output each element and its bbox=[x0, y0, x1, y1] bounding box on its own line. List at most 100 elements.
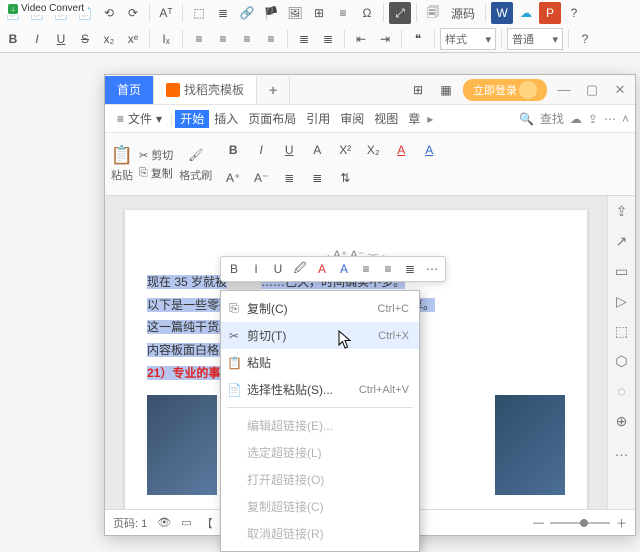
image-placeholder-right[interactable] bbox=[495, 395, 565, 495]
zoom-control[interactable]: — ＋ bbox=[533, 515, 627, 531]
layout-icon[interactable]: ▭ bbox=[181, 516, 191, 529]
menu-tab-4[interactable]: 审阅 bbox=[335, 110, 369, 128]
paste-icon[interactable]: 📋 bbox=[112, 145, 132, 165]
ribbon-highlight[interactable]: A bbox=[418, 139, 440, 161]
outdent-button[interactable]: ⇤ bbox=[350, 28, 372, 50]
window-minimize[interactable]: — bbox=[553, 79, 575, 101]
menu-tab-3[interactable]: 引用 bbox=[301, 110, 335, 128]
superscript-button[interactable]: xᵉ bbox=[122, 28, 144, 50]
login-button[interactable]: 立即登录 bbox=[463, 79, 547, 101]
toolbar-button-14[interactable]: ⊞ bbox=[308, 2, 330, 24]
indent-button[interactable]: ⇥ bbox=[374, 28, 396, 50]
tab-document[interactable]: 找稻壳模板 bbox=[154, 76, 257, 104]
toolstrip-4[interactable]: ⬚ bbox=[613, 322, 631, 340]
mini-btn-1[interactable]: I bbox=[247, 259, 265, 279]
toolbar-button-13[interactable]: 🖼 bbox=[284, 2, 306, 24]
toolbar-button-11[interactable]: 🔗 bbox=[236, 2, 258, 24]
italic-button[interactable]: I bbox=[26, 28, 48, 50]
style-select[interactable]: 样式▾ bbox=[440, 28, 496, 50]
toolstrip-0[interactable]: ⇪ bbox=[613, 202, 631, 220]
toolbar-button-20[interactable]: 🗐 bbox=[422, 2, 444, 24]
strike-button[interactable]: S bbox=[74, 28, 96, 50]
ribbon-sup[interactable]: X² bbox=[334, 139, 356, 161]
toolbar-button-25[interactable]: P bbox=[539, 2, 561, 24]
list-number-button[interactable]: ≣ bbox=[317, 28, 339, 50]
mini-btn-0[interactable]: B bbox=[225, 259, 243, 279]
toolbar-button-23[interactable]: W bbox=[491, 2, 513, 24]
size-select[interactable]: 普通▾ bbox=[507, 28, 563, 50]
menu-tab-1[interactable]: 插入 bbox=[209, 110, 243, 128]
mini-btn-8[interactable]: ≣ bbox=[401, 259, 419, 279]
mini-btn-5[interactable]: A bbox=[335, 259, 353, 279]
search-icon[interactable]: 🔍 bbox=[519, 112, 534, 126]
menu-tab-2[interactable]: 页面布局 bbox=[243, 110, 301, 128]
subscript-button[interactable]: x₂ bbox=[98, 28, 120, 50]
toolbar-button-15[interactable]: ≡ bbox=[332, 2, 354, 24]
cloud-icon[interactable]: ☁ bbox=[570, 112, 582, 126]
ribbon-list1[interactable]: ≣ bbox=[278, 167, 300, 189]
ribbon-list2[interactable]: ≣ bbox=[306, 167, 328, 189]
ribbon-sub[interactable]: X₂ bbox=[362, 139, 384, 161]
ribbon-fontcase[interactable]: A bbox=[306, 139, 328, 161]
menu-tab-6[interactable]: 章 bbox=[403, 110, 425, 128]
ctx-粘贴[interactable]: 📋粘贴 bbox=[221, 349, 419, 376]
align-justify-button[interactable]: ≡ bbox=[260, 28, 282, 50]
zoom-out-icon[interactable]: — bbox=[533, 517, 544, 529]
mini-btn-7[interactable]: ≡ bbox=[379, 259, 397, 279]
help-button[interactable]: ? bbox=[574, 28, 596, 50]
ribbon-grow-font[interactable]: A⁺ bbox=[222, 167, 244, 189]
view-apps-icon[interactable]: ▦ bbox=[435, 79, 457, 101]
toolbar-button-26[interactable]: ? bbox=[563, 2, 585, 24]
toolbar-button-7[interactable]: Aᵀ bbox=[155, 2, 177, 24]
toolbar-button-18[interactable]: ⤢ bbox=[389, 2, 411, 24]
underline-button[interactable]: U bbox=[50, 28, 72, 50]
mini-btn-6[interactable]: ≡ bbox=[357, 259, 375, 279]
share-icon[interactable]: ⇪ bbox=[588, 112, 598, 126]
mini-btn-9[interactable]: ⋯ bbox=[423, 259, 441, 279]
ribbon-italic[interactable]: I bbox=[250, 139, 272, 161]
window-close[interactable]: ✕ bbox=[609, 79, 631, 101]
ribbon-bold[interactable]: B bbox=[222, 139, 244, 161]
toolbar-button-12[interactable]: 🏴 bbox=[260, 2, 282, 24]
collapse-ribbon-icon[interactable]: ˄ bbox=[622, 112, 629, 126]
toolbar-button-5[interactable]: ⟳ bbox=[122, 2, 144, 24]
toolbar-button-24[interactable]: ☁ bbox=[515, 2, 537, 24]
align-left-button[interactable]: ≡ bbox=[188, 28, 210, 50]
align-right-button[interactable]: ≡ bbox=[236, 28, 258, 50]
toolbar-button-10[interactable]: ≣ bbox=[212, 2, 234, 24]
align-center-button[interactable]: ≡ bbox=[212, 28, 234, 50]
quote-button[interactable]: ❝ bbox=[407, 28, 429, 50]
outline-icon[interactable]: 【 bbox=[202, 515, 213, 531]
ctx-选择性粘贴(S)...[interactable]: 📄选择性粘贴(S)...Ctrl+Alt+V bbox=[221, 376, 419, 403]
copy-button[interactable]: ⎘复制 bbox=[139, 165, 173, 181]
ctx-剪切(T)[interactable]: ✂剪切(T)Ctrl+X bbox=[221, 322, 419, 349]
mini-btn-3[interactable]: 🖉 bbox=[291, 259, 309, 279]
toolstrip-7[interactable]: ⊕ bbox=[613, 412, 631, 430]
toolstrip-5[interactable]: ⬡ bbox=[613, 352, 631, 370]
search-label[interactable]: 查找 bbox=[540, 110, 564, 127]
zoom-slider[interactable] bbox=[550, 522, 610, 524]
toolbar-button-16[interactable]: Ω bbox=[356, 2, 378, 24]
bold-button[interactable]: B bbox=[2, 28, 24, 50]
file-menu[interactable]: ≡文件▾ bbox=[111, 108, 168, 129]
toolstrip-8[interactable]: … bbox=[613, 442, 631, 460]
toolstrip-3[interactable]: ▷ bbox=[613, 292, 631, 310]
mini-btn-2[interactable]: U bbox=[269, 259, 287, 279]
ribbon-underline[interactable]: U bbox=[278, 139, 300, 161]
window-maximize[interactable]: ▢ bbox=[581, 79, 603, 101]
toolbar-button-9[interactable]: ⬚ bbox=[188, 2, 210, 24]
toolstrip-1[interactable]: ↗ bbox=[613, 232, 631, 250]
tab-home[interactable]: 首页 bbox=[105, 76, 154, 104]
more-icon[interactable]: ⋯ bbox=[604, 112, 616, 126]
menu-tab-5[interactable]: 视图 bbox=[369, 110, 403, 128]
list-bullet-button[interactable]: ≣ bbox=[293, 28, 315, 50]
toolstrip-2[interactable]: ▭ bbox=[613, 262, 631, 280]
clear-format-button[interactable]: Iₓ bbox=[155, 28, 177, 50]
mini-btn-4[interactable]: A bbox=[313, 259, 331, 279]
cut-button[interactable]: ✂剪切 bbox=[139, 147, 173, 163]
toolbar-button-21[interactable]: 源码 bbox=[446, 2, 480, 24]
readmode-icon[interactable]: 👁 bbox=[157, 516, 171, 529]
ribbon-linesp[interactable]: ⇅ bbox=[334, 167, 356, 189]
image-placeholder-left[interactable] bbox=[147, 395, 217, 495]
toolbar-button-4[interactable]: ⟲ bbox=[98, 2, 120, 24]
